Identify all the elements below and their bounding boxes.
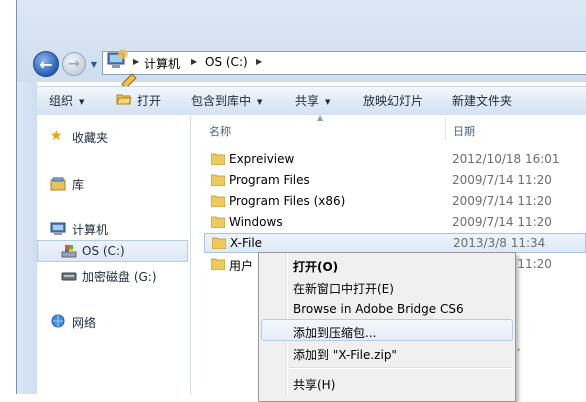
computer-icon [107, 49, 128, 68]
menu-separator [290, 367, 512, 369]
sort-ascending-icon: ▲ [317, 113, 324, 122]
column-header-date[interactable]: 日期 [453, 123, 475, 139]
organize-label: 组织 [49, 94, 74, 108]
file-name: 用户 [229, 259, 254, 273]
menu-item-share[interactable]: 共享(H) [293, 376, 335, 393]
forward-arrow-icon: → [68, 56, 80, 72]
file-name: Program Files (x86) [229, 194, 346, 208]
window-left-border [16, 82, 37, 394]
file-row[interactable]: Program Files 2009/7/14 11:20 [207, 171, 586, 191]
menu-item-open-new-window[interactable]: 在新窗口中打开(E) [293, 280, 394, 297]
file-date: 2009/7/14 11:20 [452, 194, 552, 208]
sidebar-item-drive-g[interactable]: 加密磁盘 (G:) [82, 268, 157, 285]
folder-icon [211, 174, 225, 186]
breadcrumb-separator-icon[interactable]: ▶ [133, 57, 139, 66]
back-button[interactable]: ← [33, 51, 59, 77]
new-folder-button[interactable]: 新建文件夹 [452, 92, 512, 109]
forward-button[interactable]: → [62, 52, 86, 76]
sidebar-item-favorites[interactable]: 收藏夹 [72, 129, 108, 146]
menu-item-add-to-zip[interactable]: 添加到 "X-File.zip" [293, 346, 397, 363]
file-date: 2009/7/14 11:20 [452, 215, 552, 229]
menu-item-open[interactable]: 打开(O) [293, 258, 338, 275]
desktop-edge [0, 0, 16, 394]
share-menu[interactable]: 共享 ▼ [295, 92, 330, 109]
file-row[interactable]: Program Files (x86) 2009/7/14 11:20 [207, 192, 586, 212]
file-row[interactable]: Windows 2009/7/14 11:20 [207, 213, 586, 233]
file-name: Program Files [229, 173, 310, 187]
star-icon: ★ [50, 128, 63, 144]
breadcrumb-drive-c[interactable]: OS (C:) [205, 55, 248, 69]
computer-icon [50, 222, 66, 235]
library-icon [50, 177, 66, 191]
submenu-arrow-icon: › [517, 345, 521, 354]
file-name: X-File [230, 236, 263, 250]
folder-icon [211, 195, 225, 207]
file-name: Windows [229, 215, 283, 229]
folder-icon [211, 216, 225, 228]
menu-item-adobe-bridge[interactable]: Browse in Adobe Bridge CS6 [293, 302, 464, 316]
file-date: 2012/10/18 16:01 [452, 152, 560, 166]
file-row[interactable]: Expreiview 2012/10/18 16:01 [207, 150, 586, 170]
file-date: 2009/7/14 11:20 [452, 173, 552, 187]
chevron-down-icon: ▼ [325, 98, 331, 106]
slideshow-button[interactable]: 放映幻灯片 [363, 92, 423, 109]
file-row-selected[interactable]: X-File 2013/3/8 11:34 [204, 233, 586, 253]
back-arrow-icon: ← [39, 54, 53, 74]
chevron-down-icon: ▼ [257, 98, 263, 106]
share-label: 共享 [295, 94, 320, 108]
include-in-library-menu[interactable]: 包含到库中 ▼ [191, 92, 262, 109]
windows-drive-icon [61, 245, 77, 258]
breadcrumb-separator-icon[interactable]: ▶ [191, 57, 197, 66]
file-date: 2013/3/8 11:34 [453, 236, 546, 250]
recent-pages-dropdown[interactable]: ▼ [89, 60, 99, 70]
sidebar-item-network[interactable]: 网络 [72, 314, 96, 331]
folder-icon [211, 258, 225, 270]
column-header-name[interactable]: 名称 [209, 123, 231, 139]
organize-menu[interactable]: 组织 ▼ [49, 92, 84, 109]
folder-open-icon [116, 94, 132, 105]
sidebar-item-library[interactable]: 库 [72, 176, 84, 193]
breadcrumb-separator-icon[interactable]: ▶ [256, 57, 262, 66]
sidebar-item-drive-c[interactable]: OS (C:) [82, 244, 125, 258]
open-button[interactable]: 打开 [137, 92, 161, 109]
folder-icon [212, 237, 226, 249]
menu-item-add-to-archive[interactable]: 添加到压缩包... [293, 324, 376, 341]
sidebar-item-computer[interactable]: 计算机 [72, 221, 108, 238]
include-library-label: 包含到库中 [191, 94, 252, 108]
file-name: Expreiview [229, 152, 295, 166]
network-icon [51, 314, 65, 328]
hard-drive-icon [61, 272, 77, 281]
breadcrumb-computer[interactable]: 计算机 [144, 55, 180, 72]
folder-icon [211, 153, 225, 165]
chevron-down-icon: ▼ [79, 98, 85, 106]
column-divider[interactable] [445, 118, 446, 140]
